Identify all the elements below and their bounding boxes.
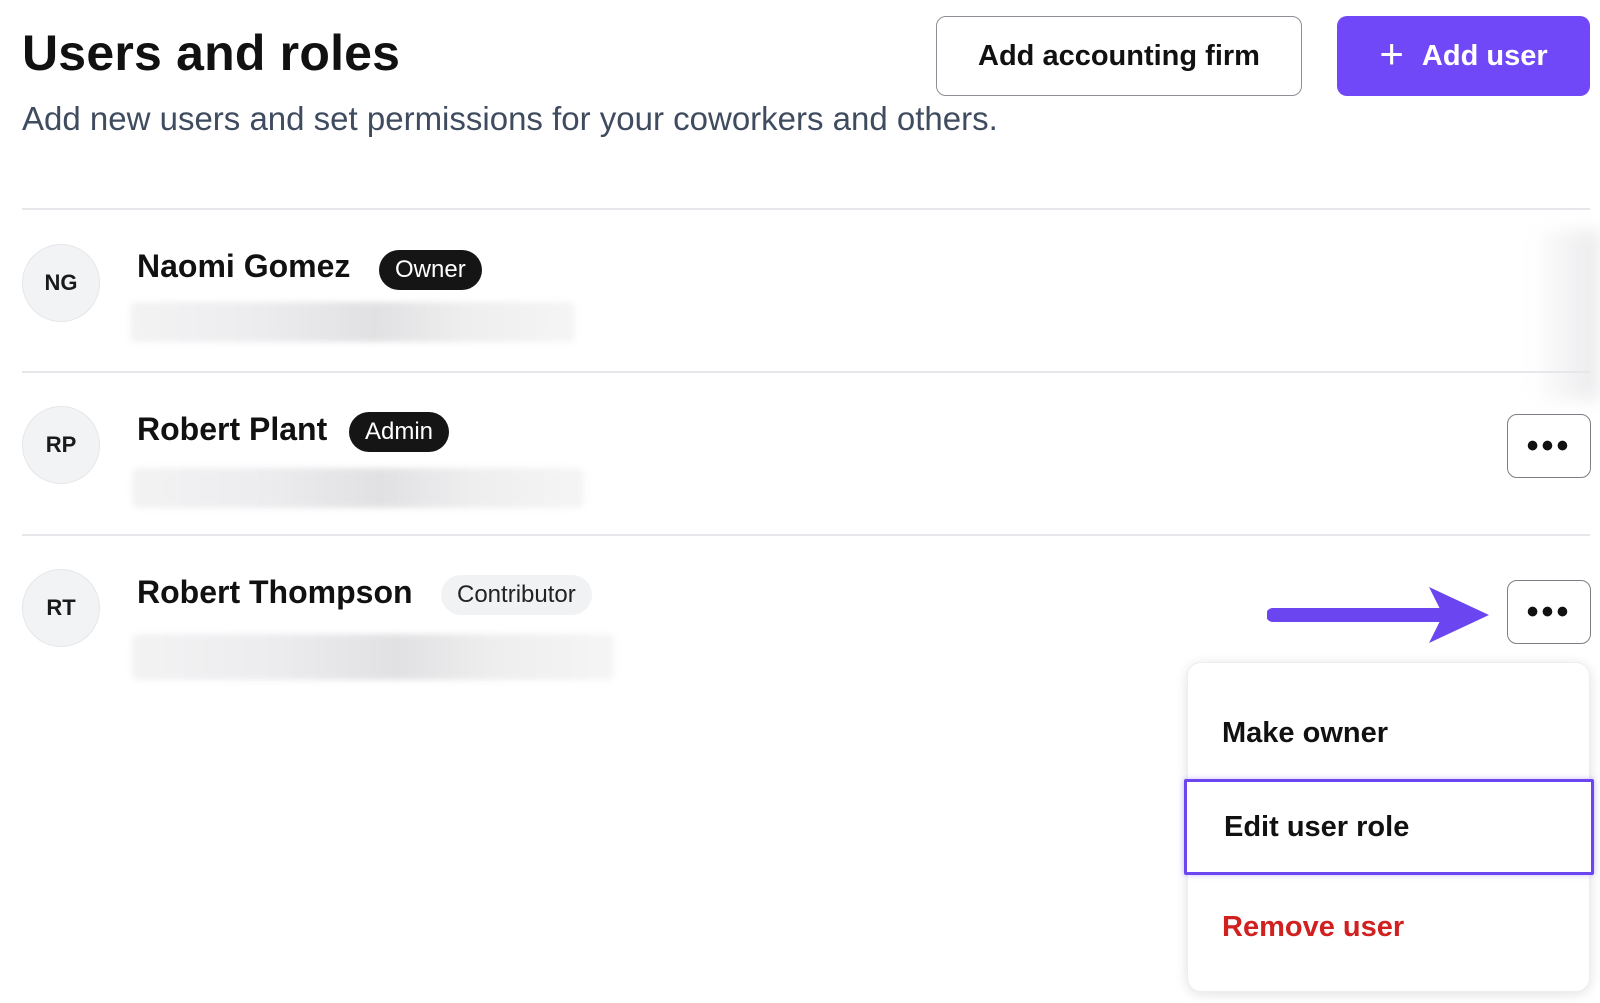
page-title: Users and roles [22, 25, 401, 81]
plus-icon: + [1379, 30, 1404, 77]
avatar: NG [22, 244, 100, 322]
role-badge-admin: Admin [349, 412, 450, 452]
divider [22, 371, 1590, 373]
menu-item-make-owner[interactable]: Make owner [1188, 685, 1589, 781]
role-badge-contributor: Contributor [441, 575, 592, 615]
more-options-button[interactable]: ••• [1507, 414, 1591, 478]
add-accounting-firm-button[interactable]: Add accounting firm [936, 16, 1302, 96]
annotation-arrow-icon [1267, 587, 1489, 643]
role-badge-owner: Owner [379, 250, 482, 290]
menu-item-edit-user-role[interactable]: Edit user role [1184, 779, 1594, 875]
more-options-button[interactable]: ••• [1507, 580, 1591, 644]
add-accounting-firm-label: Add accounting firm [978, 39, 1260, 72]
add-user-button[interactable]: + Add user [1337, 16, 1590, 96]
user-name: Naomi Gomez [137, 248, 351, 284]
more-horizontal-icon: ••• [1526, 427, 1572, 465]
divider [22, 534, 1590, 536]
redacted-email [132, 634, 614, 680]
user-name: Robert Thompson [137, 574, 413, 610]
avatar: RP [22, 406, 100, 484]
redacted-email [130, 302, 575, 342]
divider [22, 208, 1590, 210]
user-actions-menu: Make owner Edit user role Remove user [1184, 662, 1594, 992]
user-name: Robert Plant [137, 411, 328, 447]
avatar: RT [22, 569, 100, 647]
add-user-label: Add user [1421, 39, 1548, 72]
menu-item-remove-user[interactable]: Remove user [1188, 879, 1589, 975]
more-horizontal-icon: ••• [1526, 593, 1572, 631]
edge-shadow [1530, 230, 1600, 400]
redacted-email [132, 468, 584, 508]
page-subtitle: Add new users and set permissions for yo… [22, 100, 998, 137]
